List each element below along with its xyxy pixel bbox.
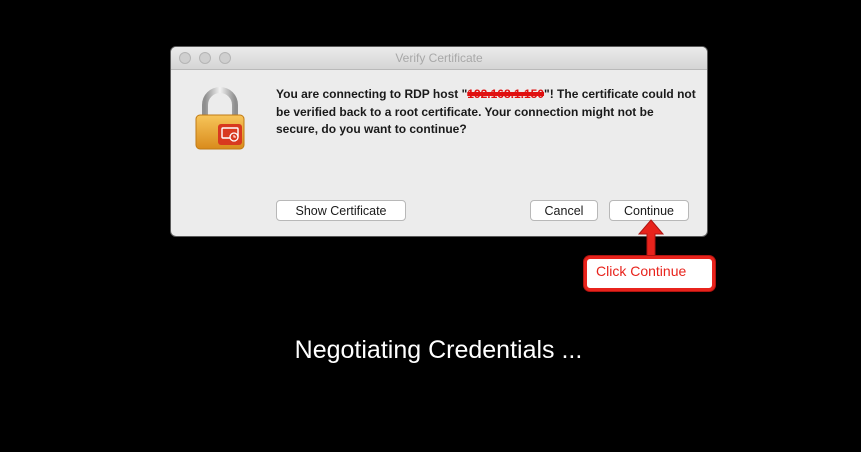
- remote-desktop-screen: Verify Certificate You are connecting to…: [0, 0, 861, 452]
- show-certificate-button[interactable]: Show Certificate: [276, 200, 406, 221]
- dialog-titlebar: Verify Certificate: [171, 47, 707, 70]
- cancel-button[interactable]: Cancel: [530, 200, 598, 221]
- arrow-up-icon: [637, 219, 665, 259]
- click-continue-callout: Click Continue: [584, 256, 715, 291]
- redacted-host: 192.168.1.150: [467, 87, 545, 101]
- status-text: Negotiating Credentials ...: [294, 336, 583, 364]
- dialog-title: Verify Certificate: [395, 51, 483, 65]
- callout-label: Click Continue: [596, 263, 687, 279]
- verify-certificate-dialog: Verify Certificate You are connecting to…: [171, 47, 707, 236]
- message-prefix: You are connecting to RDP host ": [276, 87, 468, 101]
- certificate-warning-message: You are connecting to RDP host "192.168.…: [276, 86, 696, 139]
- lock-icon: [195, 87, 245, 150]
